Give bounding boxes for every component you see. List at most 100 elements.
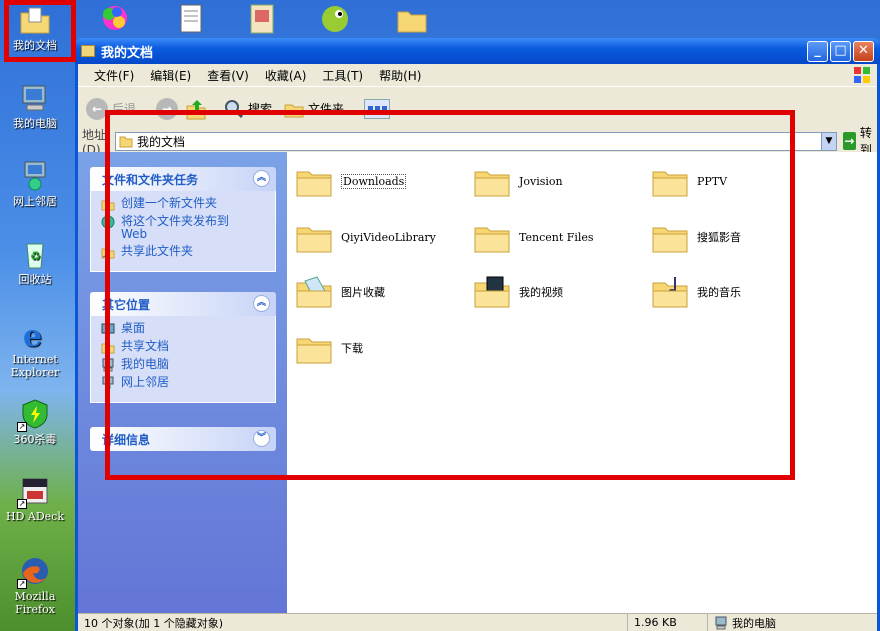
status-location: 我的电脑 [708, 614, 782, 631]
place-desktop[interactable]: 桌面 [101, 322, 267, 336]
computer-icon [102, 358, 114, 372]
details-header[interactable]: 详细信息 ︾ [90, 427, 276, 451]
folder-icon [652, 227, 688, 253]
collapse-icon[interactable]: ︽ [253, 295, 270, 312]
desktop-icon-recycle-bin[interactable]: ♻ 回收站 [2, 238, 68, 286]
game-icon [322, 6, 348, 32]
expand-icon[interactable]: ︾ [253, 430, 270, 447]
desktop-icon-firefox[interactable]: ↗ Mozilla Firefox [2, 555, 68, 616]
desktop-icon-top-1[interactable] [95, 2, 129, 36]
menu-help[interactable]: 帮助(H) [371, 67, 429, 84]
folder-item[interactable]: 图片收藏 [295, 275, 385, 309]
search-label: 搜索 [248, 102, 273, 116]
menu-bar: 文件(F) 编辑(E) 查看(V) 收藏(A) 工具(T) 帮助(H) [78, 64, 877, 86]
new-folder-icon [101, 200, 115, 211]
computer-icon [715, 616, 727, 629]
svg-text:e: e [23, 319, 42, 350]
chevron-down-icon[interactable]: ▼ [820, 132, 836, 150]
folder-item[interactable]: 我的音乐 [651, 275, 741, 309]
file-list: Downloads Jovision PPTV QiyiVideoLibrary… [287, 152, 877, 613]
menu-tools[interactable]: 工具(T) [314, 67, 371, 84]
other-places-body: 桌面 共享文档 我的电脑 网上邻居 [90, 316, 276, 403]
shortcut-arrow-icon: ↗ [17, 422, 27, 432]
folder-label: 搜狐影音 [697, 231, 741, 244]
desktop-icon-network[interactable]: 网上邻居 [2, 160, 68, 208]
folder-icon [397, 11, 427, 33]
folder-label: 图片收藏 [341, 286, 385, 299]
desktop-icon-ie[interactable]: e Internet Explorer [2, 318, 68, 379]
folder-item[interactable]: Tencent Files [473, 220, 594, 254]
folder-label: Downloads [341, 173, 407, 189]
task-new-folder[interactable]: 创建一个新文件夹 [101, 197, 267, 211]
close-button[interactable]: ✕ [853, 41, 874, 62]
svg-text:♻: ♻ [30, 249, 41, 263]
task-pane: 文件和文件夹任务 ︽ 创建一个新文件夹 将这个文件夹发布到 Web 共享此文件夹 [78, 152, 287, 613]
computer-icon [22, 85, 46, 111]
back-button[interactable]: ← 后退 [86, 97, 137, 120]
place-network[interactable]: 网上邻居 [101, 376, 267, 390]
app-icon [103, 6, 127, 30]
desktop-icon-top-3[interactable] [245, 2, 279, 36]
status-size: 1.96 KB [628, 614, 708, 631]
image-file-icon [250, 4, 274, 34]
place-my-computer[interactable]: 我的电脑 [101, 358, 267, 372]
shortcut-arrow-icon: ↗ [17, 579, 27, 589]
other-places-header[interactable]: 其它位置 ︽ [90, 292, 276, 316]
collapse-icon[interactable]: ︽ [253, 170, 270, 187]
windows-logo-icon [854, 67, 870, 83]
desktop-icon-my-computer[interactable]: 我的电脑 [2, 82, 68, 130]
search-button[interactable]: 搜索 [224, 99, 272, 119]
folder-icon [474, 171, 510, 197]
task-publish-web[interactable]: 将这个文件夹发布到 Web [101, 215, 267, 241]
views-button[interactable] [364, 98, 391, 119]
forward-arrow-icon[interactable]: → [156, 97, 179, 120]
address-bar: 地址(D) 我的文档 ▼ → 转到 [78, 126, 877, 157]
file-tasks-body: 创建一个新文件夹 将这个文件夹发布到 Web 共享此文件夹 [90, 191, 276, 272]
menu-view[interactable]: 查看(V) [199, 67, 257, 84]
go-arrow-icon: → [842, 132, 856, 150]
folder-item[interactable]: 下载 [295, 331, 363, 365]
folder-item[interactable]: PPTV [651, 164, 727, 198]
desktop-icon-label: 回收站 [18, 273, 52, 286]
other-places-panel: 其它位置 ︽ 桌面 共享文档 我的电脑 网上邻居 [90, 292, 276, 403]
folder-icon [119, 136, 133, 148]
place-label: 共享文档 [121, 339, 170, 353]
window-title: 我的文档 [101, 45, 154, 61]
desktop-icon-hd-adeck[interactable]: ↗ HD ADeck [2, 475, 68, 523]
place-label: 网上邻居 [121, 375, 170, 389]
folder-item[interactable]: 我的视频 [473, 275, 563, 309]
desktop-icon-360[interactable]: ↗ 360杀毒 [2, 398, 68, 446]
watermark-brand: Baidu经验 [676, 556, 812, 586]
folder-icon [296, 338, 332, 364]
file-tasks-header[interactable]: 文件和文件夹任务 ︽ [90, 167, 276, 191]
maximize-button[interactable]: □ [830, 41, 851, 62]
desktop-icon-top-4[interactable] [318, 2, 352, 36]
menu-edit[interactable]: 编辑(E) [142, 67, 199, 84]
folder-item[interactable]: Downloads [295, 164, 407, 198]
task-share-folder[interactable]: 共享此文件夹 [101, 245, 267, 259]
search-icon [225, 99, 244, 118]
menu-favorites[interactable]: 收藏(A) [257, 67, 315, 84]
desktop-icon-top-5[interactable] [395, 2, 429, 36]
address-input[interactable]: 我的文档 ▼ [114, 131, 837, 151]
task-link-label: 共享此文件夹 [121, 244, 194, 258]
globe-icon [101, 215, 115, 229]
folder-item[interactable]: 搜狐影音 [651, 220, 741, 254]
network-icon [102, 376, 114, 390]
menu-file[interactable]: 文件(F) [86, 67, 142, 84]
desktop-icon-my-documents[interactable]: 我的文档 [2, 4, 68, 52]
task-link-label: 将这个文件夹发布到 Web [121, 214, 230, 241]
details-title: 详细信息 [102, 432, 151, 447]
desktop-icon-top-2[interactable] [175, 2, 209, 36]
folder-item[interactable]: QiyiVideoLibrary [295, 220, 436, 254]
folder-item[interactable]: Jovision [473, 164, 563, 198]
folders-button[interactable]: 文件夹 [284, 99, 344, 119]
up-folder-icon[interactable] [184, 97, 208, 121]
pictures-folder-icon [296, 276, 332, 308]
place-shared-documents[interactable]: 共享文档 [101, 340, 267, 354]
minimize-button[interactable]: _ [807, 41, 828, 62]
explorer-window: 我的文档 _ □ ✕ 文件(F) 编辑(E) 查看(V) 收藏(A) 工具(T)… [75, 38, 880, 631]
title-bar[interactable]: 我的文档 _ □ ✕ [75, 38, 880, 64]
back-label: 后退 [112, 102, 137, 116]
toolbar: ← 后退 → 搜索 文件夹 [78, 86, 877, 130]
